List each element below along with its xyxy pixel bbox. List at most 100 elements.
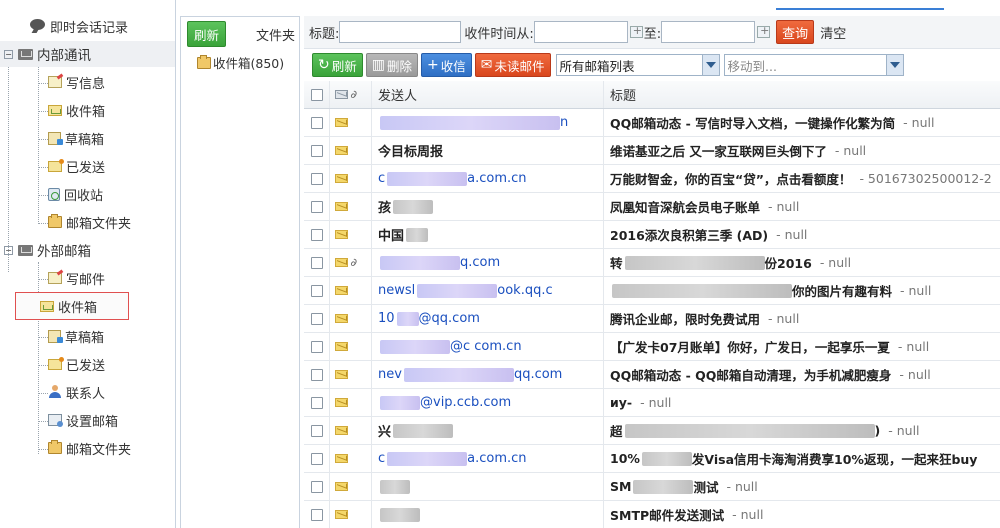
row-checkbox[interactable]	[310, 396, 323, 409]
navigation-tree: 即时会话记录 − 内部通讯 写信息 收件箱 草稿箱 已发送 回收站 邮箱文件夹 …	[0, 0, 176, 528]
mail-row[interactable]: c a.com.cn 万能财智金，你的百宝“贷”，点击看额度！ - 501673…	[304, 165, 1000, 193]
row-checkbox[interactable]	[310, 424, 323, 437]
calendar-icon[interactable]	[629, 24, 643, 38]
tree-external-inbox[interactable]: 收件箱	[15, 292, 129, 320]
mail-row[interactable]: n QQ邮箱动态 - 写信时导入文档，一键操作化繁为简 - null	[304, 109, 1000, 137]
clear-link[interactable]: 清空	[820, 23, 846, 42]
sender-column-header[interactable]: 发送人	[372, 81, 604, 108]
read-status-icon	[335, 90, 348, 99]
redacted-blur	[403, 367, 514, 382]
tree-group-external[interactable]: − 外部邮箱	[0, 237, 175, 263]
tree-external-folders[interactable]: 邮箱文件夹	[48, 435, 131, 461]
redacted-blur	[641, 451, 692, 466]
chevron-down-icon[interactable]	[885, 55, 903, 75]
tree-internal-drafts[interactable]: 草稿箱	[48, 125, 104, 151]
refresh-button[interactable]: ↻ 刷新	[312, 53, 363, 77]
tree-internal-inbox[interactable]: 收件箱	[48, 97, 105, 123]
subject-column-header[interactable]: 标题	[604, 81, 1000, 108]
folder-item-inbox[interactable]: 收件箱(850)	[197, 53, 284, 72]
mail-subject: 维诺基亚之后 又一家互联网巨头倒下了 - null	[610, 143, 867, 159]
collapse-icon[interactable]: −	[4, 245, 13, 255]
row-checkbox[interactable]	[310, 172, 323, 185]
folder-refresh-button[interactable]: 刷新	[187, 21, 227, 47]
mail-subject: 腾讯企业邮，限时免费试用 - null	[610, 311, 800, 327]
tree-internal-folders[interactable]: 邮箱文件夹	[48, 209, 131, 235]
mail-subject: иу- - null	[610, 395, 672, 410]
mail-toolbar: ↻ 刷新 ▥ 删除 + 收信 ✉ 未读邮件 所有邮箱列表 移动到...	[304, 50, 1000, 80]
tree-internal-compose[interactable]: 写信息	[48, 69, 105, 95]
row-checkbox[interactable]	[310, 340, 323, 353]
row-checkbox[interactable]	[310, 144, 323, 157]
row-checkbox[interactable]	[310, 284, 323, 297]
mail-subject: 超 ) - null	[610, 423, 920, 439]
mail-row[interactable]: ∂ q.com 转 份2016 - null	[304, 249, 1000, 277]
tree-external-settings[interactable]: 设置邮箱	[48, 407, 118, 433]
tree-external-compose[interactable]: 写邮件	[48, 265, 105, 291]
date-to-input[interactable]	[661, 21, 756, 43]
row-checkbox[interactable]	[310, 452, 323, 465]
row-checkbox[interactable]	[310, 200, 323, 213]
query-button[interactable]: 查询	[776, 20, 815, 44]
redacted-blur	[406, 227, 429, 242]
row-checkbox[interactable]	[310, 312, 323, 325]
redacted-blur	[380, 479, 410, 494]
mail-subject: 凤凰知音深航会员电子账单 - null	[610, 199, 800, 215]
tree-connector	[38, 262, 39, 454]
row-checkbox[interactable]	[310, 228, 323, 241]
mail-row[interactable]: c a.com.cn 10% 发Visa信用卡海淘消费享10%返现，一起来狂bu…	[304, 445, 1000, 473]
mail-row[interactable]: SMTP邮件发送测试 - null	[304, 501, 1000, 528]
tree-internal-recycle[interactable]: 回收站	[48, 181, 103, 207]
mail-row[interactable]: @vip.ccb.com иу- - null	[304, 389, 1000, 417]
redacted-blur	[380, 255, 460, 270]
select-all-checkbox[interactable]	[310, 88, 323, 101]
tree-internal-sent[interactable]: 已发送	[48, 153, 105, 179]
redacted-blur	[624, 255, 765, 270]
date-from-input[interactable]	[533, 21, 628, 43]
mail-sender: 中国	[372, 221, 604, 248]
mail-subject: SM 测试 - null	[610, 479, 758, 495]
mail-row[interactable]: @c com.cn 【广发卡07月账单】你好，广发日，一起享乐一夏 - null	[304, 333, 1000, 361]
mail-row[interactable]: 今目标周报 维诺基亚之后 又一家互联网巨头倒下了 - null	[304, 137, 1000, 165]
subject-search-input[interactable]	[339, 21, 462, 43]
trash-icon: ▥	[371, 57, 385, 73]
mail-row[interactable]: nev qq.com QQ邮箱动态 - QQ邮箱自动清理，为手机减肥瘦身 - n…	[304, 361, 1000, 389]
row-checkbox[interactable]	[310, 256, 323, 269]
mail-sender: c a.com.cn	[372, 445, 604, 472]
inbox-icon	[40, 300, 54, 312]
mail-sender: newsl ook.qq.c	[372, 277, 604, 304]
redacted-blur	[387, 451, 468, 466]
inbox-icon	[48, 104, 62, 116]
unread-envelope-icon	[335, 258, 348, 267]
row-checkbox[interactable]	[310, 116, 323, 129]
delete-button[interactable]: ▥ 删除	[365, 53, 418, 77]
redacted-blur	[612, 283, 792, 298]
top-accent-line	[776, 8, 944, 10]
row-checkbox[interactable]	[310, 480, 323, 493]
mail-subject: QQ邮箱动态 - QQ邮箱自动清理，为手机减肥瘦身 - null	[610, 367, 931, 383]
mailbox-select[interactable]: 所有邮箱列表	[555, 54, 720, 76]
calendar-icon[interactable]	[757, 24, 771, 38]
row-checkbox[interactable]	[310, 508, 323, 521]
mail-row[interactable]: 10 @qq.com 腾讯企业邮，限时免费试用 - null	[304, 305, 1000, 333]
tree-external-contacts[interactable]: 联系人	[48, 379, 105, 405]
tree-group-internal[interactable]: − 内部通讯	[0, 41, 175, 67]
row-checkbox[interactable]	[310, 368, 323, 381]
redacted-blur	[624, 423, 875, 438]
chevron-down-icon[interactable]	[701, 55, 719, 75]
redacted-blur	[380, 115, 560, 130]
mail-row[interactable]: 孩 凤凰知音深航会员电子账单 - null	[304, 193, 1000, 221]
tree-external-sent[interactable]: 已发送	[48, 351, 105, 377]
tree-chat-records[interactable]: 即时会话记录	[30, 13, 128, 39]
chat-bubble-icon	[30, 19, 46, 33]
mail-row[interactable]: newsl ook.qq.c 你的图片有趣有料 - null	[304, 277, 1000, 305]
collapse-icon[interactable]: −	[4, 49, 13, 59]
receive-mail-button[interactable]: + 收信	[421, 53, 472, 77]
redacted-blur	[393, 199, 434, 214]
move-to-select[interactable]: 移动到...	[723, 54, 904, 76]
unread-mail-button[interactable]: ✉ 未读邮件	[474, 53, 551, 77]
attachment-icon: ∂	[348, 255, 359, 270]
mail-row[interactable]: SM 测试 - null	[304, 473, 1000, 501]
mail-row[interactable]: 中国 2016添次良积第三季 (AD) - null	[304, 221, 1000, 249]
mail-row[interactable]: 兴 超 ) - null	[304, 417, 1000, 445]
tree-external-drafts[interactable]: 草稿箱	[48, 323, 104, 349]
